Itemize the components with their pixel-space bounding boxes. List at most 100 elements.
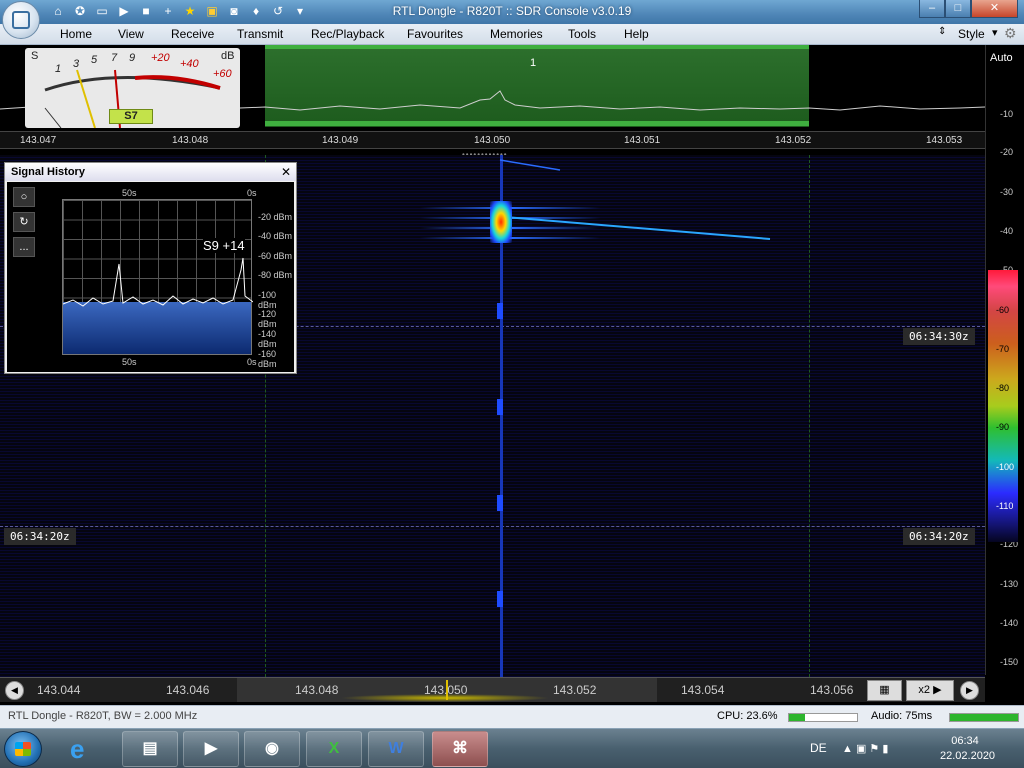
menu-bar: Home View Receive Transmit Rec/Playback …	[0, 24, 1024, 45]
scroll-left-button[interactable]: ◀	[5, 681, 24, 700]
close-button[interactable]: ✕	[971, 0, 1018, 18]
s-meter: S dB 1 3 5 7 9 +20 +40 +60 S7	[25, 48, 240, 128]
dbm-label: -20 dBm	[258, 212, 293, 222]
s-meter-scale-1: 1	[55, 63, 62, 75]
signal-burst	[497, 399, 503, 415]
band-label: 143.050	[424, 683, 468, 697]
history-time-left: 50s	[122, 357, 137, 367]
menu-help[interactable]: Help	[624, 27, 649, 41]
windows-taskbar: e ▤ ▶ ◉ X W ⌘ DE ▲ ▣ ⚑ ▮ 06:34 22.02.202…	[0, 728, 1024, 768]
sdr-console-icon[interactable]: ⌘	[432, 731, 488, 767]
db-label: -130	[1000, 579, 1019, 589]
zoom-label: x2	[918, 684, 931, 696]
explorer-icon[interactable]: ▤	[122, 731, 178, 767]
more-options-button[interactable]: ...	[13, 237, 35, 257]
keyboard-icon: ▦	[879, 684, 890, 696]
band-label: 143.052	[553, 683, 597, 697]
timestamp-label: 06:34:20z	[903, 528, 975, 545]
menu-receive[interactable]: Receive	[171, 27, 214, 41]
db-label: -20	[1000, 147, 1014, 157]
dbm-label: -80 dBm	[258, 270, 293, 280]
spectrum-display[interactable]: 1 S dB 1 3 5 7 9 +20 +40 +60 S7 143.047 …	[0, 45, 985, 150]
db-label: -40	[1000, 226, 1014, 236]
band-label: 143.046	[166, 683, 210, 697]
dbm-label: -140 dBm	[258, 329, 277, 349]
app-menu-button[interactable]	[2, 1, 40, 39]
windows-logo-icon	[15, 742, 31, 756]
word-icon[interactable]: W	[368, 731, 424, 767]
keyboard-button[interactable]: ▦	[867, 680, 902, 701]
app-logo-icon	[12, 11, 30, 29]
dbm-label: -100 dBm	[258, 290, 277, 310]
signal-history-trace	[63, 257, 253, 307]
maximize-button[interactable]: □	[945, 0, 971, 18]
status-bar: RTL Dongle - R820T, BW = 2.000 MHz CPU: …	[0, 705, 1024, 728]
s-meter-db-label: dB	[221, 50, 235, 62]
ie-icon[interactable]: e	[70, 734, 84, 765]
color-label: -60	[996, 305, 1010, 315]
chrome-icon[interactable]: ◉	[244, 731, 300, 767]
color-label: -110	[996, 501, 1014, 511]
db-label: -150	[1000, 657, 1019, 667]
record-circle-button[interactable]: ○	[13, 187, 35, 207]
auto-button[interactable]: Auto	[990, 52, 1013, 64]
minimize-button[interactable]: –	[919, 0, 945, 18]
menu-view[interactable]: View	[118, 27, 144, 41]
dbm-label: -60 dBm	[258, 251, 293, 261]
dbm-label: -160 dBm	[258, 349, 277, 369]
s-meter-scale-9: 9	[129, 52, 136, 64]
zoom-arrow-icon: ▶	[933, 684, 942, 696]
signal-history-title[interactable]: Signal History	[5, 163, 296, 181]
signal-history-panel: Signal History ✕ ○ ↻ ... 50s 0s -20 dBm …	[4, 162, 297, 374]
waterfall-color-scale: -60 -70 -80 -90 -100 -110	[988, 270, 1018, 542]
s-meter-scale-plus40: +40	[180, 58, 199, 70]
zoom-button[interactable]: x2 ▶	[906, 680, 954, 701]
signal-peak	[490, 201, 512, 243]
band-scroller[interactable]: ◀ 143.044 143.046 143.048 143.050 143.05…	[0, 677, 985, 702]
menu-home[interactable]: Home	[60, 27, 92, 41]
menu-transmit[interactable]: Transmit	[237, 27, 283, 41]
freq-tick: 143.053	[926, 135, 963, 146]
s-meter-scale-3: 3	[73, 58, 80, 70]
scroll-right-button[interactable]: ▶	[960, 681, 979, 700]
color-label: -90	[996, 422, 1010, 432]
style-dropdown-icon[interactable]: ▾	[992, 26, 998, 39]
band-label: 143.056	[810, 683, 854, 697]
db-label: -10	[1000, 109, 1014, 119]
db-label: -140	[1000, 618, 1019, 628]
language-indicator[interactable]: DE	[810, 741, 827, 755]
excel-icon[interactable]: X	[306, 731, 362, 767]
band-label: 143.054	[681, 683, 725, 697]
history-time-left: 50s	[122, 188, 137, 198]
reset-button[interactable]: ↻	[13, 212, 35, 232]
audio-latency: Audio: 75ms	[871, 710, 933, 722]
device-icon[interactable]: ▣	[856, 743, 866, 755]
menu-rec-playback[interactable]: Rec/Playback	[311, 27, 384, 41]
title-bar: ⌂ ✪ ▭ ▶ ■ + ★ ▣ ◙ ♦ ↺ ▾ RTL Dongle - R82…	[0, 0, 1024, 24]
gear-icon[interactable]: ⚙	[1004, 25, 1017, 42]
signal-history-plot	[62, 199, 253, 355]
style-menu[interactable]: Style	[958, 27, 985, 41]
menu-memories[interactable]: Memories	[490, 27, 543, 41]
style-arrows-icon[interactable]: ⇕	[938, 26, 946, 37]
time-marker-line	[0, 526, 985, 527]
menu-tools[interactable]: Tools	[568, 27, 596, 41]
start-button[interactable]	[4, 731, 42, 767]
signal-history-close-button[interactable]: ✕	[281, 165, 291, 179]
network-icon[interactable]: ▮	[882, 743, 888, 755]
freq-tick: 143.048	[172, 135, 209, 146]
flag-icon[interactable]: ⚑	[869, 743, 879, 755]
media-player-icon[interactable]: ▶	[183, 731, 239, 767]
s-meter-scale-plus60: +60	[213, 68, 232, 80]
signal-history-body: ○ ↻ ... 50s 0s -20 dBm -40 dBm -60 dBm -…	[7, 182, 294, 372]
clock[interactable]: 06:34 22.02.2020	[940, 734, 995, 764]
show-hidden-icon[interactable]: ▲	[842, 743, 853, 755]
tray-icons[interactable]: ▲ ▣ ⚑ ▮	[842, 742, 888, 755]
s-meter-scale-7: 7	[111, 52, 118, 64]
menu-favourites[interactable]: Favourites	[407, 27, 463, 41]
cpu-usage: CPU: 23.6%	[717, 710, 778, 722]
freq-tick: 143.052	[775, 135, 812, 146]
s-meter-s-label: S	[31, 50, 39, 62]
color-label: -100	[996, 462, 1015, 472]
audio-level-bar	[949, 713, 1019, 722]
